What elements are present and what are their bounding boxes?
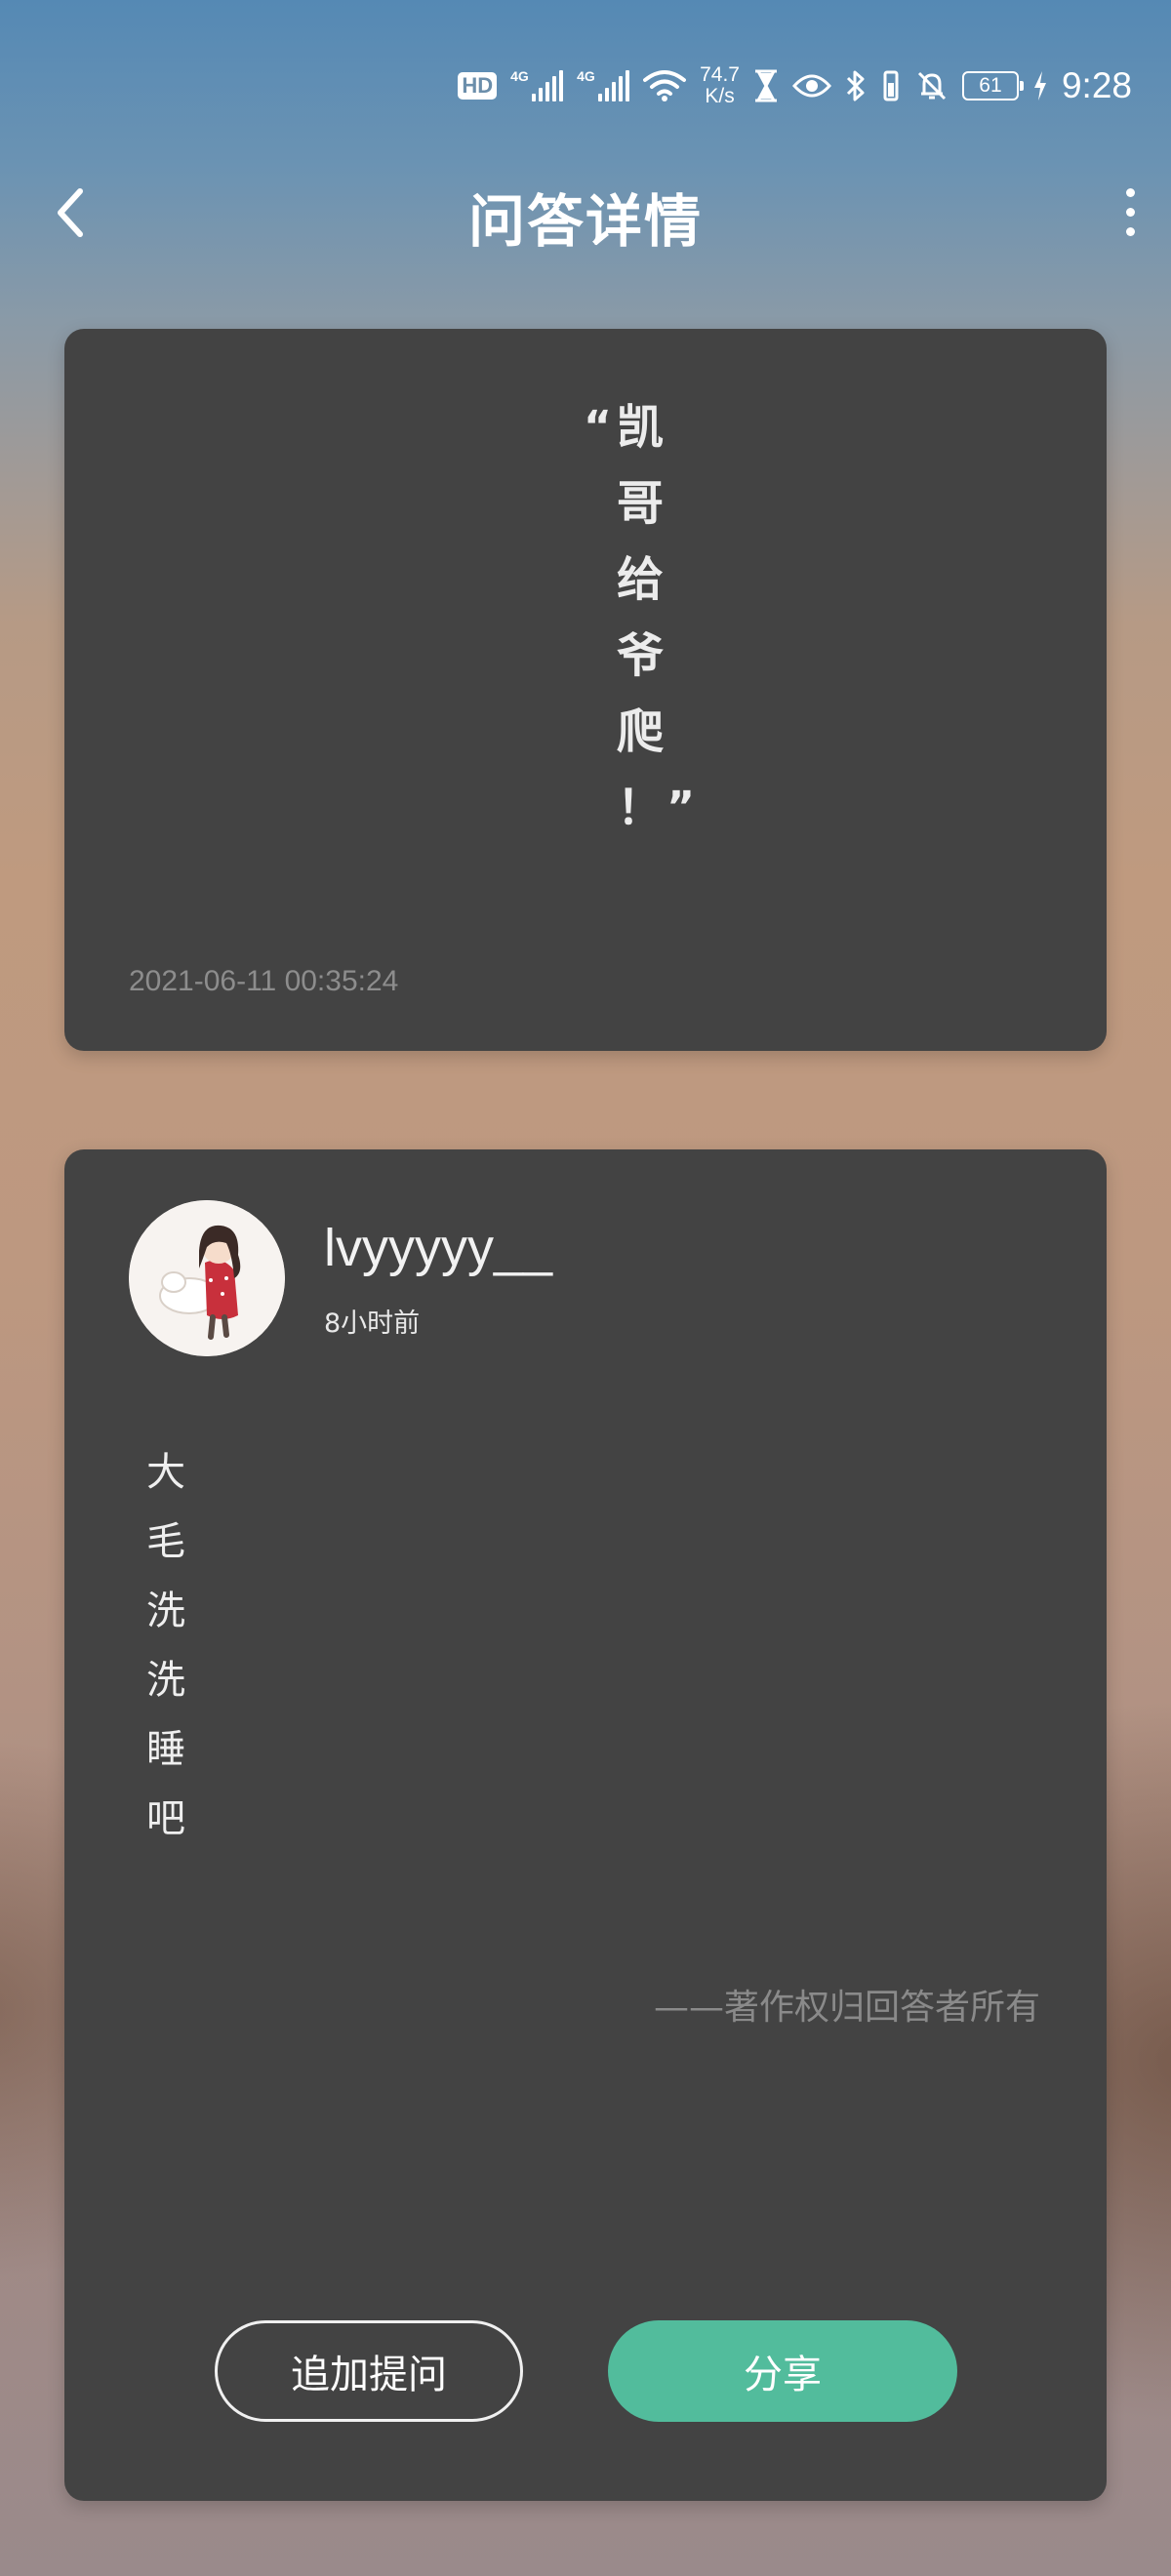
hourglass-icon [754, 69, 777, 102]
charging-icon [1033, 71, 1046, 101]
signal-icon: 4G [577, 68, 630, 101]
open-quote: “ [584, 402, 612, 452]
answer-card: lvyyyyy__ 8小时前 大 毛 洗 洗 睡 吧 ——著作权归回答者所有 追… [64, 1149, 1107, 2501]
question-char: 爬 [616, 704, 664, 759]
mute-bell-icon [917, 71, 947, 101]
avatar-illustration [129, 1200, 285, 1356]
battery-icon: 61 [961, 71, 1024, 101]
copyright-note: ——著作权归回答者所有 [653, 1988, 1040, 2028]
answer-char: 睡 [146, 1727, 185, 1772]
close-quote: ” [666, 783, 695, 832]
question-text: “ 凯 哥 给 爷 爬 ！ ” [584, 389, 695, 846]
answer-time: 8小时前 [324, 1308, 421, 1339]
question-char: 凯 [616, 400, 664, 455]
share-button[interactable]: 分享 [608, 2320, 957, 2422]
username[interactable]: lvyyyyy__ [324, 1218, 552, 1278]
answer-char: 毛 [146, 1519, 185, 1564]
vibrate-icon [883, 70, 899, 101]
clock: 9:28 [1061, 65, 1132, 105]
answer-text: 大 毛 洗 洗 睡 吧 [139, 1438, 193, 1854]
signal-icon: 4G [510, 68, 564, 101]
answer-char: 洗 [146, 1658, 185, 1703]
more-options-button[interactable] [1110, 178, 1150, 246]
avatar[interactable] [129, 1200, 285, 1356]
question-char: ！ [616, 781, 664, 835]
network-speed: 74.7 K/s [700, 63, 740, 107]
wifi-icon [643, 70, 687, 101]
question-timestamp: 2021-06-11 00:35:24 [129, 965, 399, 997]
bluetooth-icon [846, 70, 865, 101]
page-title: 问答详情 [467, 188, 703, 255]
eye-icon [791, 74, 831, 98]
question-char: 爷 [616, 628, 664, 683]
answer-char: 洗 [146, 1589, 185, 1633]
question-char: 哥 [616, 476, 664, 531]
follow-up-question-button[interactable]: 追加提问 [215, 2320, 523, 2422]
answer-char: 大 [146, 1450, 185, 1495]
more-vertical-icon [1125, 187, 1135, 197]
app-bar: 问答详情 [0, 166, 1171, 255]
status-bar: HD 4G 4G 74.7 K/s 61 9:28 [0, 0, 1171, 171]
answer-char: 吧 [146, 1796, 185, 1841]
question-card: “ 凯 哥 给 爷 爬 ！ ” 2021-06-11 00:35:24 [64, 329, 1107, 1051]
hd-icon: HD [458, 72, 498, 100]
question-char: 给 [616, 552, 664, 607]
